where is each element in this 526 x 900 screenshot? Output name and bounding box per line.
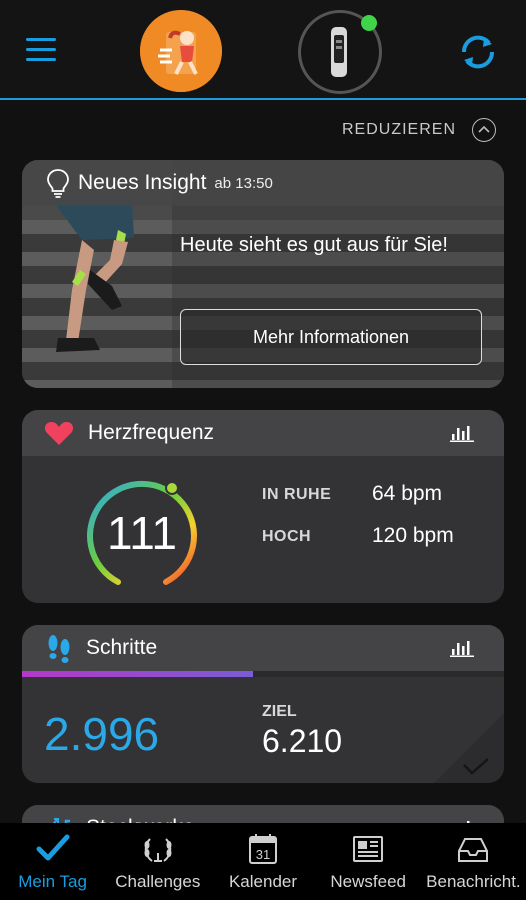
heart-rate-header: Herzfrequenz	[22, 410, 504, 456]
steps-title: Schritte	[86, 636, 158, 659]
nav-label: Mein Tag	[18, 872, 87, 891]
nav-label: Newsfeed	[330, 872, 407, 891]
checkmark-corner-icon	[434, 713, 504, 783]
bar-chart-icon[interactable]	[450, 424, 474, 442]
nav-calendar[interactable]: 31 Kalender	[210, 823, 315, 900]
resting-hr-value: 64 bpm	[372, 482, 443, 505]
high-hr-value: 120 bpm	[372, 524, 454, 547]
heart-rate-title: Herzfrequenz	[88, 421, 215, 444]
hamburger-menu-icon[interactable]	[26, 38, 56, 62]
checkmark-icon	[35, 831, 71, 867]
steps-card[interactable]: Schritte 2.996 ZIEL 6.210	[22, 625, 504, 783]
more-info-button[interactable]: Mehr Informationen	[180, 309, 482, 365]
nav-mein-tag[interactable]: Mein Tag	[0, 823, 105, 900]
runner-avatar-icon[interactable]	[140, 10, 222, 92]
calendar-icon: 31	[245, 831, 281, 867]
heart-rate-value: 111	[107, 507, 177, 559]
nav-challenges[interactable]: Challenges	[105, 823, 210, 900]
steps-progress-bar	[22, 671, 504, 677]
inbox-tray-icon	[455, 831, 491, 867]
nav-notifications[interactable]: Benachricht.	[421, 823, 526, 900]
resting-hr-label: IN RUHE	[262, 486, 332, 503]
footsteps-icon	[46, 633, 72, 663]
insight-header: Neues Insight ab 13:50	[22, 160, 504, 206]
steps-progress-fill	[22, 671, 254, 677]
steps-header: Schritte	[22, 625, 504, 671]
nav-label: Challenges	[115, 872, 201, 891]
sync-icon[interactable]	[456, 30, 500, 74]
insight-title: Neues Insight	[78, 171, 207, 194]
high-hr-label: HOCH	[262, 528, 312, 545]
steps-value: 2.996	[44, 708, 160, 760]
collapse-label: REDUZIEREN	[341, 121, 456, 138]
insight-message: Heute sieht es gut aus für Sie!	[180, 234, 448, 256]
nav-label: Benachricht.	[426, 872, 521, 891]
collapse-toggle[interactable]: REDUZIEREN	[342, 118, 496, 142]
steps-goal-label: ZIEL	[262, 703, 297, 720]
insight-time: ab 13:50	[214, 174, 273, 192]
top-bar	[0, 0, 526, 100]
heart-icon	[44, 420, 74, 446]
fitness-tracker-icon[interactable]	[298, 10, 382, 94]
device-status-dot	[361, 15, 377, 31]
lightbulb-icon	[46, 168, 70, 198]
nav-newsfeed[interactable]: Newsfeed	[316, 823, 421, 900]
insight-card: Neues Insight ab 13:50 Heute sieht es gu…	[22, 160, 504, 388]
laurel-wreath-icon	[140, 831, 176, 867]
steps-goal-value: 6.210	[262, 723, 343, 759]
bar-chart-icon[interactable]	[450, 639, 474, 657]
bottom-navigation: Mein Tag Challenges 31 Kalender Newsfeed…	[0, 823, 526, 900]
heart-rate-card[interactable]: Herzfrequenz 111 IN RUHE 64 bpm HOCH 120…	[22, 410, 504, 603]
nav-label: Kalender	[228, 872, 298, 891]
calendar-icon-day: 31	[256, 847, 270, 862]
newspaper-icon	[350, 831, 386, 867]
chevron-up-circle-icon	[472, 118, 496, 142]
